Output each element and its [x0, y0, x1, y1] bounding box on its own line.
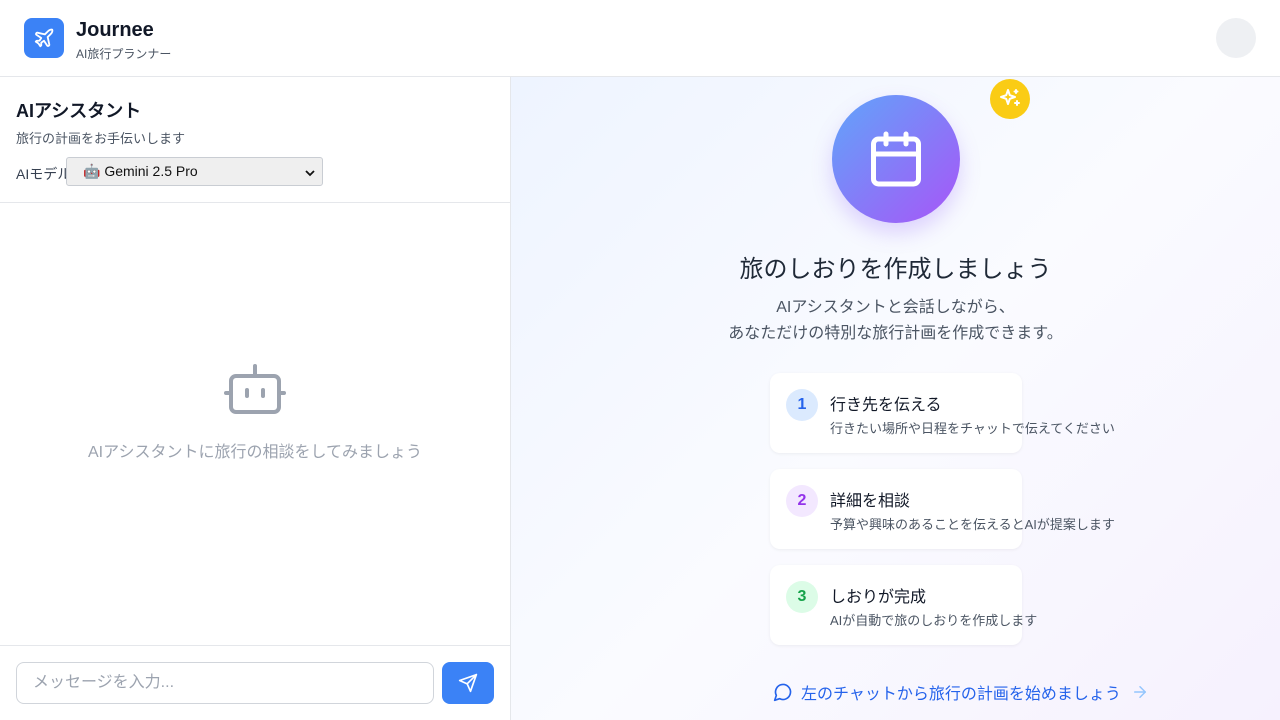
step-card: 2 詳細を相談 予算や興味のあることを伝えるとAIが提案します — [770, 469, 1115, 549]
step-title: しおりが完成 — [830, 589, 927, 606]
model-select-value: 🤖 Gemini 2.5 Pro — [83, 163, 198, 179]
hero-badge — [832, 95, 960, 223]
welcome-panel: 旅のしおりを作成しましょう AIアシスタントと会話しながら、 あなただけの特別な… — [511, 77, 1280, 720]
step-card: 3 しおりが完成 AIが自動で旅のしおりを作成します — [770, 565, 1037, 645]
logo[interactable] — [24, 18, 64, 58]
step-title: 行き先を伝える — [830, 397, 942, 414]
bot-icon — [224, 364, 286, 414]
step-number: 2 — [786, 485, 818, 517]
message-input[interactable] — [16, 662, 434, 704]
welcome-description-line1: AIアシスタントと会話しながら、 — [776, 299, 1015, 316]
empty-message: AIアシスタントに旅行の相談をしてみましょう — [88, 444, 422, 461]
step-number: 3 — [786, 581, 818, 613]
chat-title: AIアシスタント — [16, 101, 142, 121]
chat-empty-state: AIアシスタントに旅行の相談をしてみましょう — [0, 203, 510, 645]
step-number: 1 — [786, 389, 818, 421]
brand-name: Journee — [76, 19, 154, 41]
step-title: 詳細を相談 — [830, 493, 911, 510]
user-avatar[interactable] — [1216, 18, 1256, 58]
brand-subtitle: AI旅行プランナー — [76, 47, 172, 61]
welcome-title: 旅のしおりを作成しましょう — [739, 256, 1052, 283]
airplane-icon — [34, 28, 54, 48]
chevron-down-icon — [305, 170, 315, 177]
sparkle-badge — [990, 79, 1030, 119]
chat-panel-header: AIアシスタント 旅行の計画をお手伝いします AIモデル: 🤖 Gemini 2… — [0, 77, 510, 203]
step-description: 行きたい場所や日程をチャットで伝えてください — [830, 421, 1115, 436]
chat-description: 旅行の計画をお手伝いします — [16, 131, 186, 146]
chat-composer — [0, 645, 510, 720]
welcome-description-line2: あなただけの特別な旅行計画を作成できます。 — [728, 325, 1063, 342]
hint-label: 左のチャットから旅行の計画を始めましょう — [801, 686, 1121, 703]
send-icon — [458, 673, 478, 693]
step-card: 1 行き先を伝える 行きたい場所や日程をチャットで伝えてください — [770, 373, 1115, 453]
message-circle-icon — [773, 683, 792, 702]
arrow-right-icon — [1133, 686, 1146, 698]
app-header: Journee AI旅行プランナー — [0, 0, 1280, 77]
model-select[interactable]: 🤖 Gemini 2.5 Pro — [66, 157, 323, 186]
step-description: AIが自動で旅のしおりを作成します — [830, 613, 1038, 628]
calendar-icon — [871, 131, 921, 187]
step-description: 予算や興味のあることを伝えるとAIが提案します — [830, 517, 1115, 532]
sparkles-icon — [1000, 89, 1020, 106]
welcome-description: AIアシスタントと会話しながら、 あなただけの特別な旅行計画を作成できます。 — [511, 295, 1280, 347]
send-button[interactable] — [442, 662, 494, 704]
start-chat-hint: 左のチャットから旅行の計画を始めましょう — [773, 681, 1149, 703]
chat-panel: AIアシスタント 旅行の計画をお手伝いします AIモデル: 🤖 Gemini 2… — [0, 77, 511, 720]
